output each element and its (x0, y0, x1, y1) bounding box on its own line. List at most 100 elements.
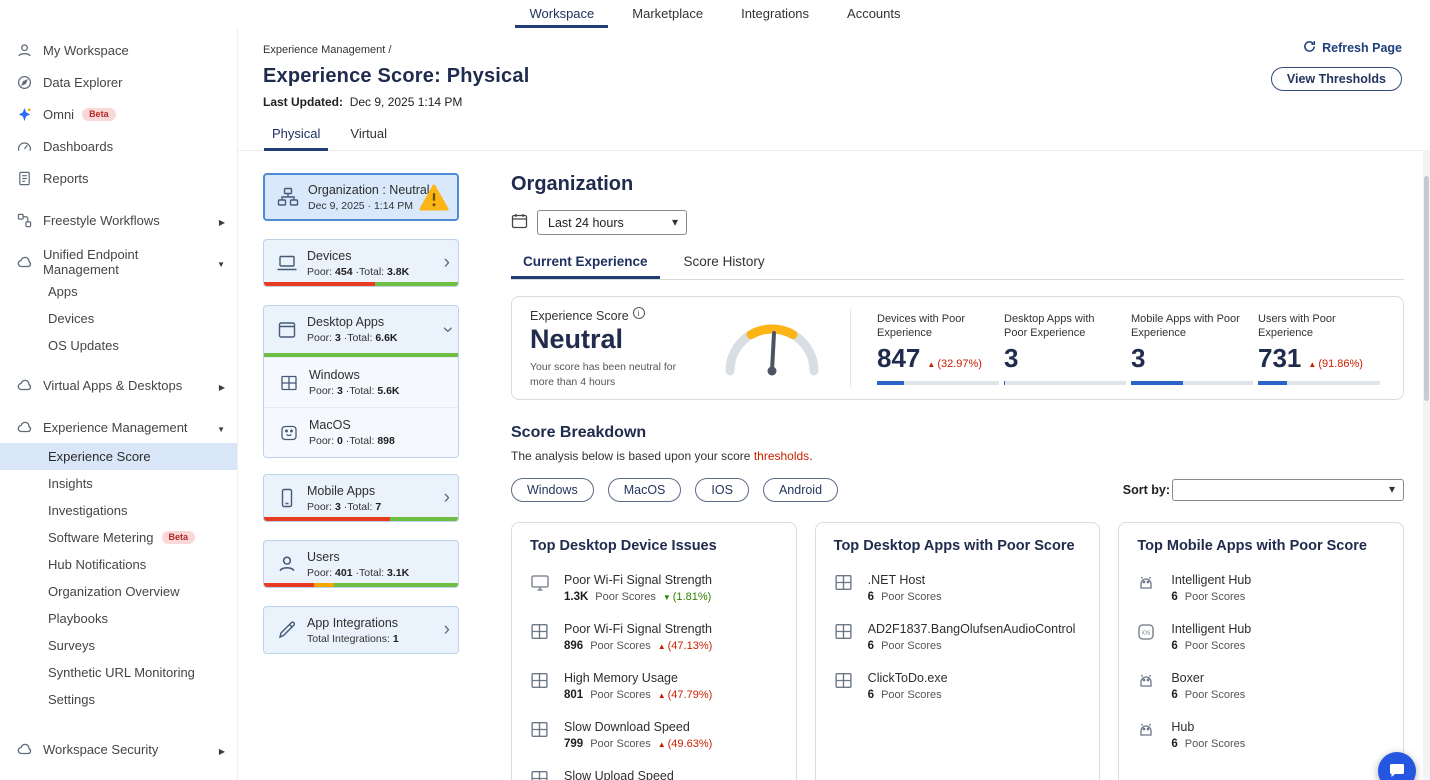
top-tab-accounts[interactable]: Accounts (833, 0, 914, 28)
issue-row[interactable]: Poor Wi-Fi Signal Strength 1.3KPoor Scor… (530, 573, 778, 603)
issue-row[interactable]: Slow Download Speed 799Poor Scores(49.63… (530, 720, 778, 750)
android-icon (1137, 720, 1161, 750)
organization-card[interactable]: Organization : Neutral Dec 9, 2025 · 1:1… (263, 173, 459, 221)
top-tab-integrations[interactable]: Integrations (727, 0, 823, 28)
sidebar-item-investigations[interactable]: Investigations (0, 497, 237, 524)
sidebar-item-organization-overview[interactable]: Organization Overview (0, 578, 237, 605)
app-integrations-card[interactable]: App Integrations Total Integrations: 1 (263, 606, 459, 654)
sort-by-select[interactable] (1172, 479, 1404, 501)
top-tab-workspace[interactable]: Workspace (515, 0, 608, 28)
vertical-scrollbar[interactable] (1423, 150, 1430, 780)
last-updated: Last Updated: Dec 9, 2025 1:14 PM (263, 95, 1404, 109)
sidebar-item-playbooks[interactable]: Playbooks (0, 605, 237, 632)
chevron-right-icon[interactable] (219, 213, 225, 228)
scrollbar-thumb[interactable] (1424, 176, 1429, 401)
issue-row[interactable]: Poor Wi-Fi Signal Strength 896Poor Score… (530, 622, 778, 652)
issue-row[interactable]: Intelligent Hub 6Poor Scores (1137, 573, 1385, 603)
thresholds-link[interactable]: thresholds (754, 449, 809, 463)
issue-row[interactable]: .NET Host 6Poor Scores (834, 573, 1082, 603)
sidebar-item-os-updates[interactable]: OS Updates (0, 332, 237, 359)
desktop-apps-score-bar (264, 353, 458, 357)
sidebar-item-label: Experience Management (43, 420, 188, 435)
android-icon (1137, 573, 1161, 603)
chevron-right-icon[interactable] (444, 256, 450, 271)
sidebar-item-reports[interactable]: Reports (0, 162, 237, 194)
tab-current-experience[interactable]: Current Experience (511, 254, 660, 279)
filter-pill-android[interactable]: Android (763, 478, 838, 502)
metric-value: 3 (1131, 343, 1145, 374)
chevron-right-icon[interactable] (219, 742, 225, 757)
tab-virtual[interactable]: Virtual (342, 121, 395, 151)
desktop-apps-card[interactable]: Desktop Apps Poor: 3 ·Total: 6.6K (264, 306, 458, 353)
users-card[interactable]: Users Poor: 401 ·Total: 3.1K (263, 540, 459, 588)
breadcrumb[interactable]: Experience Management / (263, 44, 1404, 56)
sidebar-item-dashboards[interactable]: Dashboards (0, 130, 237, 162)
time-range-select[interactable]: Last 24 hours (537, 210, 687, 235)
sidebar-item-software-metering[interactable]: Software Metering Beta (0, 524, 237, 551)
sidebar-item-omni[interactable]: Omni Beta (0, 98, 237, 130)
cloud-desktop-icon (16, 377, 33, 394)
sidebar-item-surveys[interactable]: Surveys (0, 632, 237, 659)
chevron-down-icon[interactable] (217, 420, 225, 435)
tab-physical[interactable]: Physical (264, 121, 328, 151)
sidebar-item-label: Virtual Apps & Desktops (43, 378, 182, 393)
cloud-endpoint-icon (16, 254, 33, 271)
users-score-bar (264, 583, 458, 587)
top-tab-marketplace[interactable]: Marketplace (618, 0, 717, 28)
svg-text:iOS: iOS (1142, 630, 1151, 636)
devices-card[interactable]: Devices Poor: 454 ·Total: 3.8K (263, 239, 459, 287)
sidebar-item-hub-notifications[interactable]: Hub Notifications (0, 551, 237, 578)
beta-badge: Beta (82, 108, 116, 121)
sidebar-item-experience-score[interactable]: Experience Score (0, 443, 237, 470)
sidebar-item-label: Organization Overview (48, 584, 180, 599)
windows-card[interactable]: Windows Poor: 3 ·Total: 5.6K (264, 357, 458, 407)
metric-label: Users with Poor Experience (1258, 312, 1371, 342)
sidebar-item-experience-management[interactable]: Experience Management (0, 411, 237, 443)
refresh-page-button[interactable]: Refresh Page (1303, 40, 1402, 56)
sidebar-item-label: Playbooks (48, 611, 108, 626)
sidebar-item-workspace-security[interactable]: Workspace Security (0, 733, 237, 765)
chevron-right-icon[interactable] (444, 623, 450, 638)
filter-pill-ios[interactable]: IOS (695, 478, 749, 502)
issue-row[interactable]: High Memory Usage 801Poor Scores(47.79%) (530, 671, 778, 701)
metric-bar (1131, 381, 1253, 385)
issue-row[interactable]: AD2F1837.BangOlufsenAudioControl 6Poor S… (834, 622, 1082, 652)
chevron-down-icon[interactable] (439, 326, 454, 332)
sidebar-item-label: Data Explorer (43, 75, 122, 90)
sidebar-item-freestyle-workflows[interactable]: Freestyle Workflows (0, 204, 237, 236)
desktop-apps-card-title: Desktop Apps (307, 315, 398, 329)
windows-card-title: Windows (309, 368, 400, 382)
issue-row[interactable]: Boxer 6Poor Scores (1137, 671, 1385, 701)
compass-icon (16, 74, 33, 91)
filter-pill-macos[interactable]: MacOS (608, 478, 682, 502)
issue-row[interactable]: Hub 6Poor Scores (1137, 720, 1385, 750)
info-icon[interactable] (633, 307, 645, 319)
sidebar-item-virtual-apps-desktops[interactable]: Virtual Apps & Desktops (0, 369, 237, 401)
sidebar-item-uem[interactable]: Unified Endpoint Management (0, 246, 237, 278)
sidebar-item-apps[interactable]: Apps (0, 278, 237, 305)
sidebar-item-devices[interactable]: Devices (0, 305, 237, 332)
chevron-right-icon[interactable] (219, 378, 225, 393)
app-window-icon (530, 671, 554, 701)
issue-row[interactable]: Slow Upload Speed 799Poor Scores(49.63%) (530, 769, 778, 780)
filter-pill-windows[interactable]: Windows (511, 478, 594, 502)
sidebar-item-synthetic-url-monitoring[interactable]: Synthetic URL Monitoring (0, 659, 237, 686)
chevron-down-icon[interactable] (217, 255, 225, 270)
sidebar-item-my-workspace[interactable]: My Workspace (0, 34, 237, 66)
sidebar-item-insights[interactable]: Insights (0, 470, 237, 497)
metric-users-poor-experience: Users with Poor Experience 731(91.86%) (1258, 312, 1385, 385)
view-thresholds-button[interactable]: View Thresholds (1271, 67, 1402, 91)
tab-score-history[interactable]: Score History (672, 254, 777, 279)
metric-desktop-apps-poor-experience: Desktop Apps with Poor Experience 3 (1004, 312, 1131, 385)
issue-row[interactable]: iOS Intelligent Hub 6Poor Scores (1137, 622, 1385, 652)
issue-row[interactable]: ClickToDo.exe 6Poor Scores (834, 671, 1082, 701)
sidebar-item-label: Reports (43, 171, 89, 186)
macos-card[interactable]: MacOS Poor: 0 ·Total: 898 (264, 407, 458, 457)
sidebar-item-label: Synthetic URL Monitoring (48, 665, 195, 680)
mobile-apps-card[interactable]: Mobile Apps Poor: 3 ·Total: 7 (263, 474, 459, 522)
sidebar-item-data-explorer[interactable]: Data Explorer (0, 66, 237, 98)
sidebar-item-settings[interactable]: Settings (0, 686, 237, 713)
sidebar-item-label: Dashboards (43, 139, 113, 154)
chevron-right-icon[interactable] (444, 491, 450, 506)
users-card-title: Users (307, 550, 409, 564)
